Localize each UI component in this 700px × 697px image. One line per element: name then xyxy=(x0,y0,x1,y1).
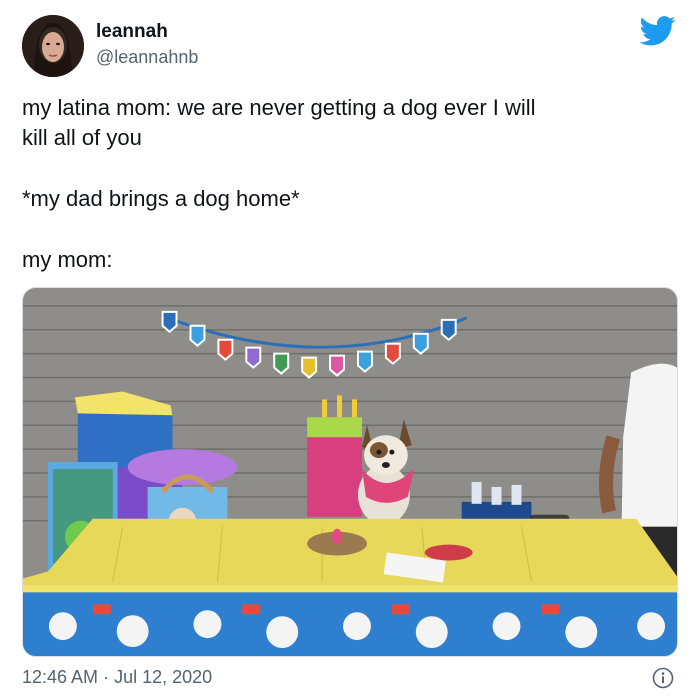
twitter-bird-icon[interactable] xyxy=(640,16,676,46)
display-name[interactable]: leannah xyxy=(96,21,168,43)
tweet-line: kill all of you xyxy=(22,125,142,150)
tweet-line: my latina mom: we are never getting a do… xyxy=(22,95,536,120)
tweet-line: my mom: xyxy=(22,247,113,272)
timestamp-date: Jul 12, 2020 xyxy=(114,667,213,687)
party-table-dog-photo-icon xyxy=(23,288,677,656)
tweet-card: leannah @leannahnb my latina mom: we are… xyxy=(0,0,700,697)
user-handle[interactable]: @leannahnb xyxy=(96,47,198,68)
timestamp-time: 12:46 AM xyxy=(22,667,99,687)
tweet-photo[interactable] xyxy=(22,287,678,657)
profile-photo-icon xyxy=(22,15,84,77)
info-icon[interactable] xyxy=(652,667,674,689)
tweet-text: my latina mom: we are never getting a do… xyxy=(22,93,678,275)
avatar[interactable] xyxy=(22,15,84,77)
timestamp-separator: · xyxy=(98,667,115,687)
tweet-timestamp[interactable]: 12:46 AM · Jul 12, 2020 xyxy=(22,667,212,688)
tweet-line: *my dad brings a dog home* xyxy=(22,186,300,211)
